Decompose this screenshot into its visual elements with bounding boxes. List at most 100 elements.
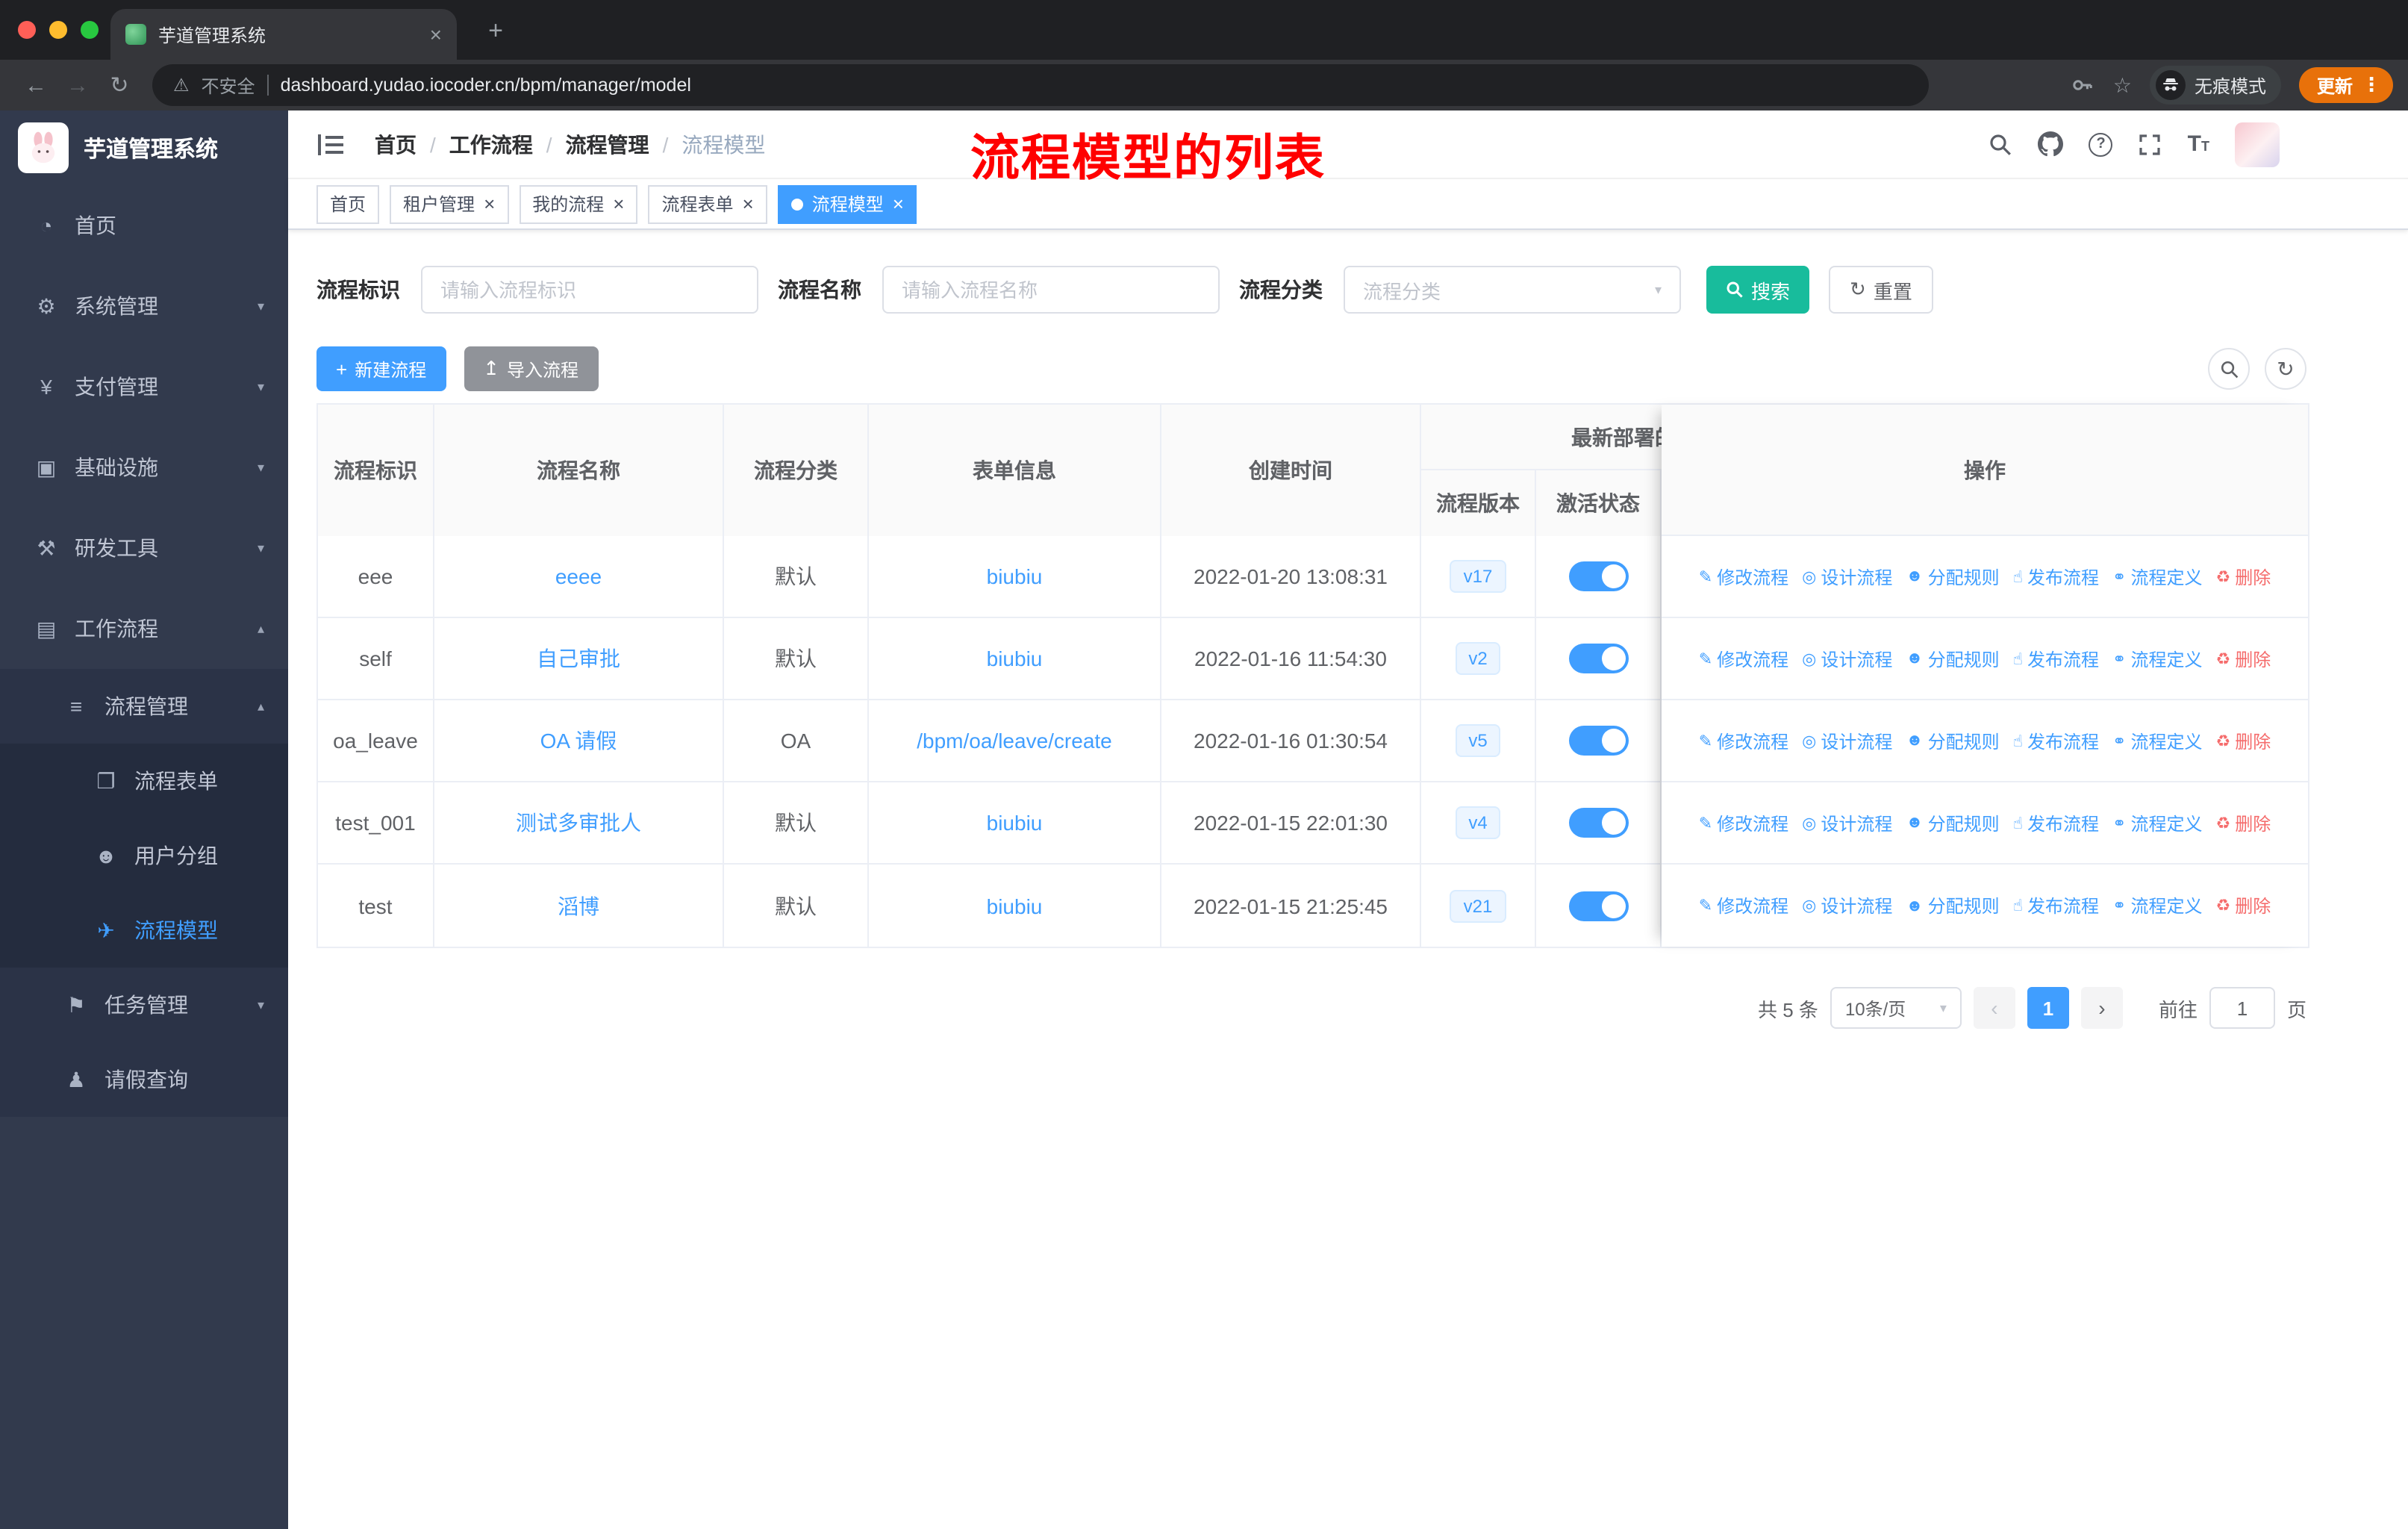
action-design-link[interactable]: ◎ 设计流程 [1802,646,1892,671]
tag-close-icon[interactable]: × [484,194,495,214]
action-delete-link[interactable]: ♻ 删除 [2216,564,2271,589]
action-publish-link[interactable]: ☝ 发布流程 [2013,728,2099,753]
new-tab-button[interactable]: + [478,13,514,49]
action-edit-link[interactable]: ✎ 修改流程 [1699,728,1788,753]
github-icon[interactable] [2038,131,2064,157]
process-name-input[interactable] [882,266,1220,314]
action-assign-link[interactable]: ☻ 分配规则 [1906,728,1999,753]
fullscreen-icon[interactable] [2139,132,2162,156]
sidebar-item-payment[interactable]: ¥ 支付管理 ▾ [0,346,288,427]
tag-close-icon[interactable]: × [613,194,624,214]
sidebar-item-leave-query[interactable]: ♟ 请假查询 [0,1042,288,1117]
active-toggle[interactable] [1568,891,1628,921]
action-edit-link[interactable]: ✎ 修改流程 [1699,893,1788,918]
action-definition-link[interactable]: ⚭ 流程定义 [2112,728,2202,753]
form-info-link[interactable]: /bpm/oa/leave/create [917,729,1112,753]
sidebar-item-devtools[interactable]: ⚒ 研发工具 ▾ [0,508,288,588]
action-definition-link[interactable]: ⚭ 流程定义 [2112,646,2202,671]
security-label[interactable]: 不安全 [202,72,255,98]
process-name-link[interactable]: 自己审批 [537,644,620,673]
sidebar-item-home[interactable]: ◔ 首页 [0,185,288,266]
action-definition-link[interactable]: ⚭ 流程定义 [2112,810,2202,835]
nav-tag-4[interactable]: 流程模型 × [777,184,917,223]
prev-page-button[interactable]: ‹ [1973,987,2015,1029]
action-delete-link[interactable]: ♻ 删除 [2216,893,2271,918]
address-bar[interactable]: ⚠ 不安全 dashboard.yudao.iocoder.cn/bpm/man… [152,64,1929,106]
form-info-link[interactable]: biubiu [987,894,1043,918]
search-button[interactable]: 搜索 [1706,266,1810,314]
app-logo[interactable]: 芋道管理系统 [0,110,288,185]
hamburger-icon[interactable] [315,128,348,161]
close-window-button[interactable] [18,21,36,39]
import-process-button[interactable]: ↥ 导入流程 [464,346,599,391]
active-toggle[interactable] [1568,726,1628,756]
sidebar-item-workflow[interactable]: ▤ 工作流程 ▴ [0,588,288,669]
action-design-link[interactable]: ◎ 设计流程 [1802,810,1892,835]
process-name-link[interactable]: eeee [555,564,602,588]
create-process-button[interactable]: + 新建流程 [316,346,446,391]
active-toggle[interactable] [1568,808,1628,838]
action-delete-link[interactable]: ♻ 删除 [2216,646,2271,671]
action-definition-link[interactable]: ⚭ 流程定义 [2112,564,2202,589]
nav-tag-2[interactable]: 我的流程 × [519,184,638,223]
action-assign-link[interactable]: ☻ 分配规则 [1906,893,1999,918]
action-delete-link[interactable]: ♻ 删除 [2216,810,2271,835]
sidebar-item-system[interactable]: ⚙ 系统管理 ▾ [0,266,288,346]
action-design-link[interactable]: ◎ 设计流程 [1802,728,1892,753]
action-publish-link[interactable]: ☝ 发布流程 [2013,646,2099,671]
form-info-link[interactable]: biubiu [987,811,1043,835]
tag-close-icon[interactable]: × [743,194,754,214]
breadcrumb-item[interactable]: 首页 [375,129,417,159]
form-info-link[interactable]: biubiu [987,647,1043,670]
forward-icon[interactable]: → [57,72,99,98]
search-icon[interactable] [1989,132,2013,156]
nav-tag-3[interactable]: 流程表单 × [648,184,767,223]
sidebar-item-infra[interactable]: ▣ 基础设施 ▾ [0,427,288,508]
next-page-button[interactable]: › [2080,987,2123,1029]
refresh-table-button[interactable]: ↻ [2265,348,2306,390]
action-design-link[interactable]: ◎ 设计流程 [1802,564,1892,589]
help-icon[interactable]: ? [2089,132,2113,156]
process-key-input[interactable] [421,266,758,314]
action-design-link[interactable]: ◎ 设计流程 [1802,893,1892,918]
minimize-window-button[interactable] [49,21,67,39]
menu-kebab-icon[interactable]: ⋮ [2362,73,2381,97]
form-info-link[interactable]: biubiu [987,564,1043,588]
action-assign-link[interactable]: ☻ 分配规则 [1906,810,1999,835]
action-delete-link[interactable]: ♻ 删除 [2216,728,2271,753]
current-page-button[interactable]: 1 [2027,987,2069,1029]
goto-page-input[interactable] [2209,987,2275,1029]
sidebar-item-process-model[interactable]: ✈ 流程模型 [0,893,288,968]
nav-tag-0[interactable]: 首页 [316,184,380,223]
action-edit-link[interactable]: ✎ 修改流程 [1699,810,1788,835]
action-publish-link[interactable]: ☝ 发布流程 [2013,564,2099,589]
bookmark-star-icon[interactable]: ☆ [2113,72,2132,98]
active-toggle[interactable] [1568,561,1628,591]
url-text[interactable]: dashboard.yudao.iocoder.cn/bpm/manager/m… [281,75,691,96]
breadcrumb-item[interactable]: 流程管理 [566,129,649,159]
font-size-icon[interactable]: TT [2188,133,2209,155]
zoom-window-button[interactable] [81,21,99,39]
action-edit-link[interactable]: ✎ 修改流程 [1699,646,1788,671]
tag-close-icon[interactable]: × [893,194,904,214]
action-edit-link[interactable]: ✎ 修改流程 [1699,564,1788,589]
breadcrumb-item[interactable]: 工作流程 [449,129,533,159]
nav-tag-1[interactable]: 租户管理 × [390,184,509,223]
process-name-link[interactable]: 测试多审批人 [516,808,641,838]
process-name-link[interactable]: OA 请假 [540,726,617,756]
process-category-select[interactable]: 流程分类 ▾ [1344,266,1681,314]
sidebar-item-process-mgmt[interactable]: ≡ 流程管理 ▴ [0,669,288,744]
action-publish-link[interactable]: ☝ 发布流程 [2013,810,2099,835]
sidebar-item-process-form[interactable]: ❐ 流程表单 [0,744,288,818]
sidebar-item-task-mgmt[interactable]: ⚑ 任务管理 ▾ [0,968,288,1042]
action-assign-link[interactable]: ☻ 分配规则 [1906,646,1999,671]
action-definition-link[interactable]: ⚭ 流程定义 [2112,893,2202,918]
reload-icon[interactable]: ↻ [99,72,140,99]
sidebar-item-user-group[interactable]: ☻ 用户分组 [0,818,288,893]
process-name-link[interactable]: 滔博 [558,891,599,921]
active-toggle[interactable] [1568,644,1628,673]
user-avatar[interactable] [2235,122,2280,166]
reset-button[interactable]: ↻ 重置 [1829,266,1933,314]
tab-close-icon[interactable]: × [430,22,442,46]
browser-tab[interactable]: 芋道管理系统 × [110,9,457,60]
